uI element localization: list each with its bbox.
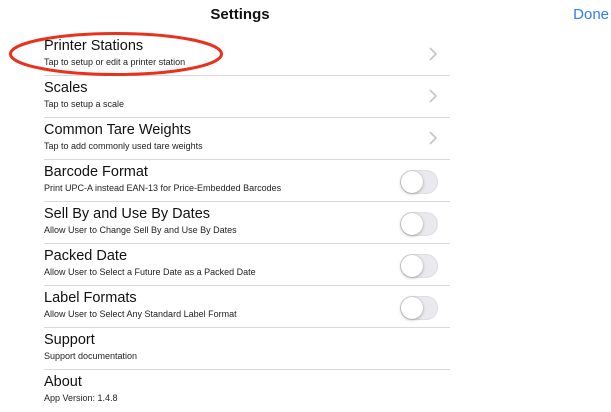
- row-title: Label Formats: [44, 290, 137, 306]
- page-title: Settings: [210, 6, 270, 23]
- row-title: Sell By and Use By Dates: [44, 206, 211, 222]
- row-title: Support: [44, 332, 95, 348]
- row-subtitle: Allow User to Select Any Standard Label …: [44, 309, 237, 319]
- settings-row-support[interactable]: Support Support documentation: [44, 328, 450, 370]
- toggle-knob: [401, 213, 423, 235]
- settings-row-scales[interactable]: Scales Tap to setup a scale: [44, 76, 450, 118]
- row-title: About: [44, 374, 82, 390]
- packed-date-toggle[interactable]: [400, 254, 438, 278]
- settings-row-common-tare-weights[interactable]: Common Tare Weights Tap to add commonly …: [44, 118, 450, 160]
- navigation-bar: Settings Done: [0, 0, 611, 28]
- toggle-knob: [401, 297, 423, 319]
- toggle-knob: [401, 171, 423, 193]
- row-subtitle: Tap to add commonly used tare weights: [44, 141, 203, 151]
- settings-row-sell-by-use-by-dates: Sell By and Use By Dates Allow User to C…: [44, 202, 450, 244]
- barcode-format-toggle[interactable]: [400, 170, 438, 194]
- sell-by-use-by-toggle[interactable]: [400, 212, 438, 236]
- row-subtitle: Support documentation: [44, 351, 138, 361]
- chevron-right-icon: [429, 131, 437, 145]
- done-button[interactable]: Done: [573, 6, 609, 23]
- row-title: Packed Date: [44, 248, 128, 264]
- settings-row-label-formats: Label Formats Allow User to Select Any S…: [44, 286, 450, 328]
- row-title: Printer Stations: [44, 38, 144, 54]
- settings-list: Printer Stations Tap to setup or edit a …: [44, 34, 450, 412]
- row-subtitle: Print UPC-A instead EAN-13 for Price-Emb…: [44, 183, 282, 193]
- row-subtitle: Allow User to Select a Future Date as a …: [44, 267, 256, 277]
- label-formats-toggle[interactable]: [400, 296, 438, 320]
- settings-row-printer-stations[interactable]: Printer Stations Tap to setup or edit a …: [44, 34, 450, 76]
- row-subtitle: Allow User to Change Sell By and Use By …: [44, 225, 237, 235]
- settings-row-about[interactable]: About App Version: 1.4.8: [44, 370, 450, 412]
- row-subtitle: Tap to setup a scale: [44, 99, 125, 109]
- row-subtitle: App Version: 1.4.8: [44, 393, 118, 403]
- chevron-right-icon: [429, 47, 437, 61]
- row-subtitle: Tap to setup or edit a printer station: [44, 57, 186, 67]
- row-title: Scales: [44, 80, 88, 96]
- toggle-knob: [401, 255, 423, 277]
- row-title: Common Tare Weights: [44, 122, 191, 138]
- settings-row-barcode-format: Barcode Format Print UPC-A instead EAN-1…: [44, 160, 450, 202]
- settings-row-packed-date: Packed Date Allow User to Select a Futur…: [44, 244, 450, 286]
- chevron-right-icon: [429, 89, 437, 103]
- row-title: Barcode Format: [44, 164, 148, 180]
